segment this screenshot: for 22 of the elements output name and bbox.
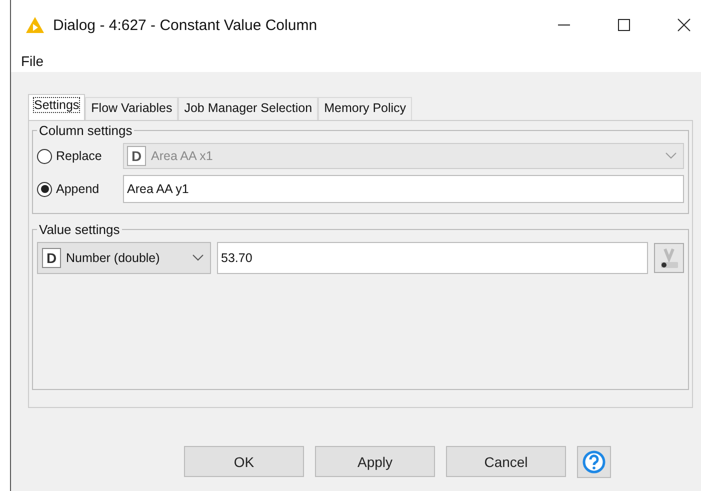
flow-variable-button[interactable]: [654, 243, 684, 273]
close-icon[interactable]: [677, 18, 691, 32]
flow-variable-icon: [658, 246, 680, 270]
help-button[interactable]: [577, 446, 611, 478]
window-title: Dialog - 4:627 - Constant Value Column: [53, 16, 318, 34]
tab[interactable]: Job Manager Selection: [178, 97, 318, 120]
dialog-button[interactable]: Apply: [315, 446, 435, 477]
dialog-button[interactable]: OK: [184, 446, 304, 477]
tab[interactable]: Settings: [28, 94, 86, 120]
input-field[interactable]: Area AA y1: [123, 175, 684, 203]
maximize-icon[interactable]: [617, 18, 631, 32]
group-title: Column settings: [38, 123, 134, 138]
tab[interactable]: Flow Variables: [85, 97, 178, 120]
menu-item[interactable]: File: [21, 53, 44, 69]
warning-triangle-icon: [25, 16, 45, 34]
tab[interactable]: Memory Policy: [318, 97, 412, 120]
input-field[interactable]: 53.70: [217, 242, 648, 274]
dialog-button[interactable]: Cancel: [446, 446, 566, 477]
radio-button[interactable]: Append: [37, 182, 117, 196]
chevron-down-icon: [192, 254, 204, 262]
group-title: Value settings: [38, 222, 121, 237]
type-dropdown[interactable]: D Number (double): [37, 242, 211, 274]
